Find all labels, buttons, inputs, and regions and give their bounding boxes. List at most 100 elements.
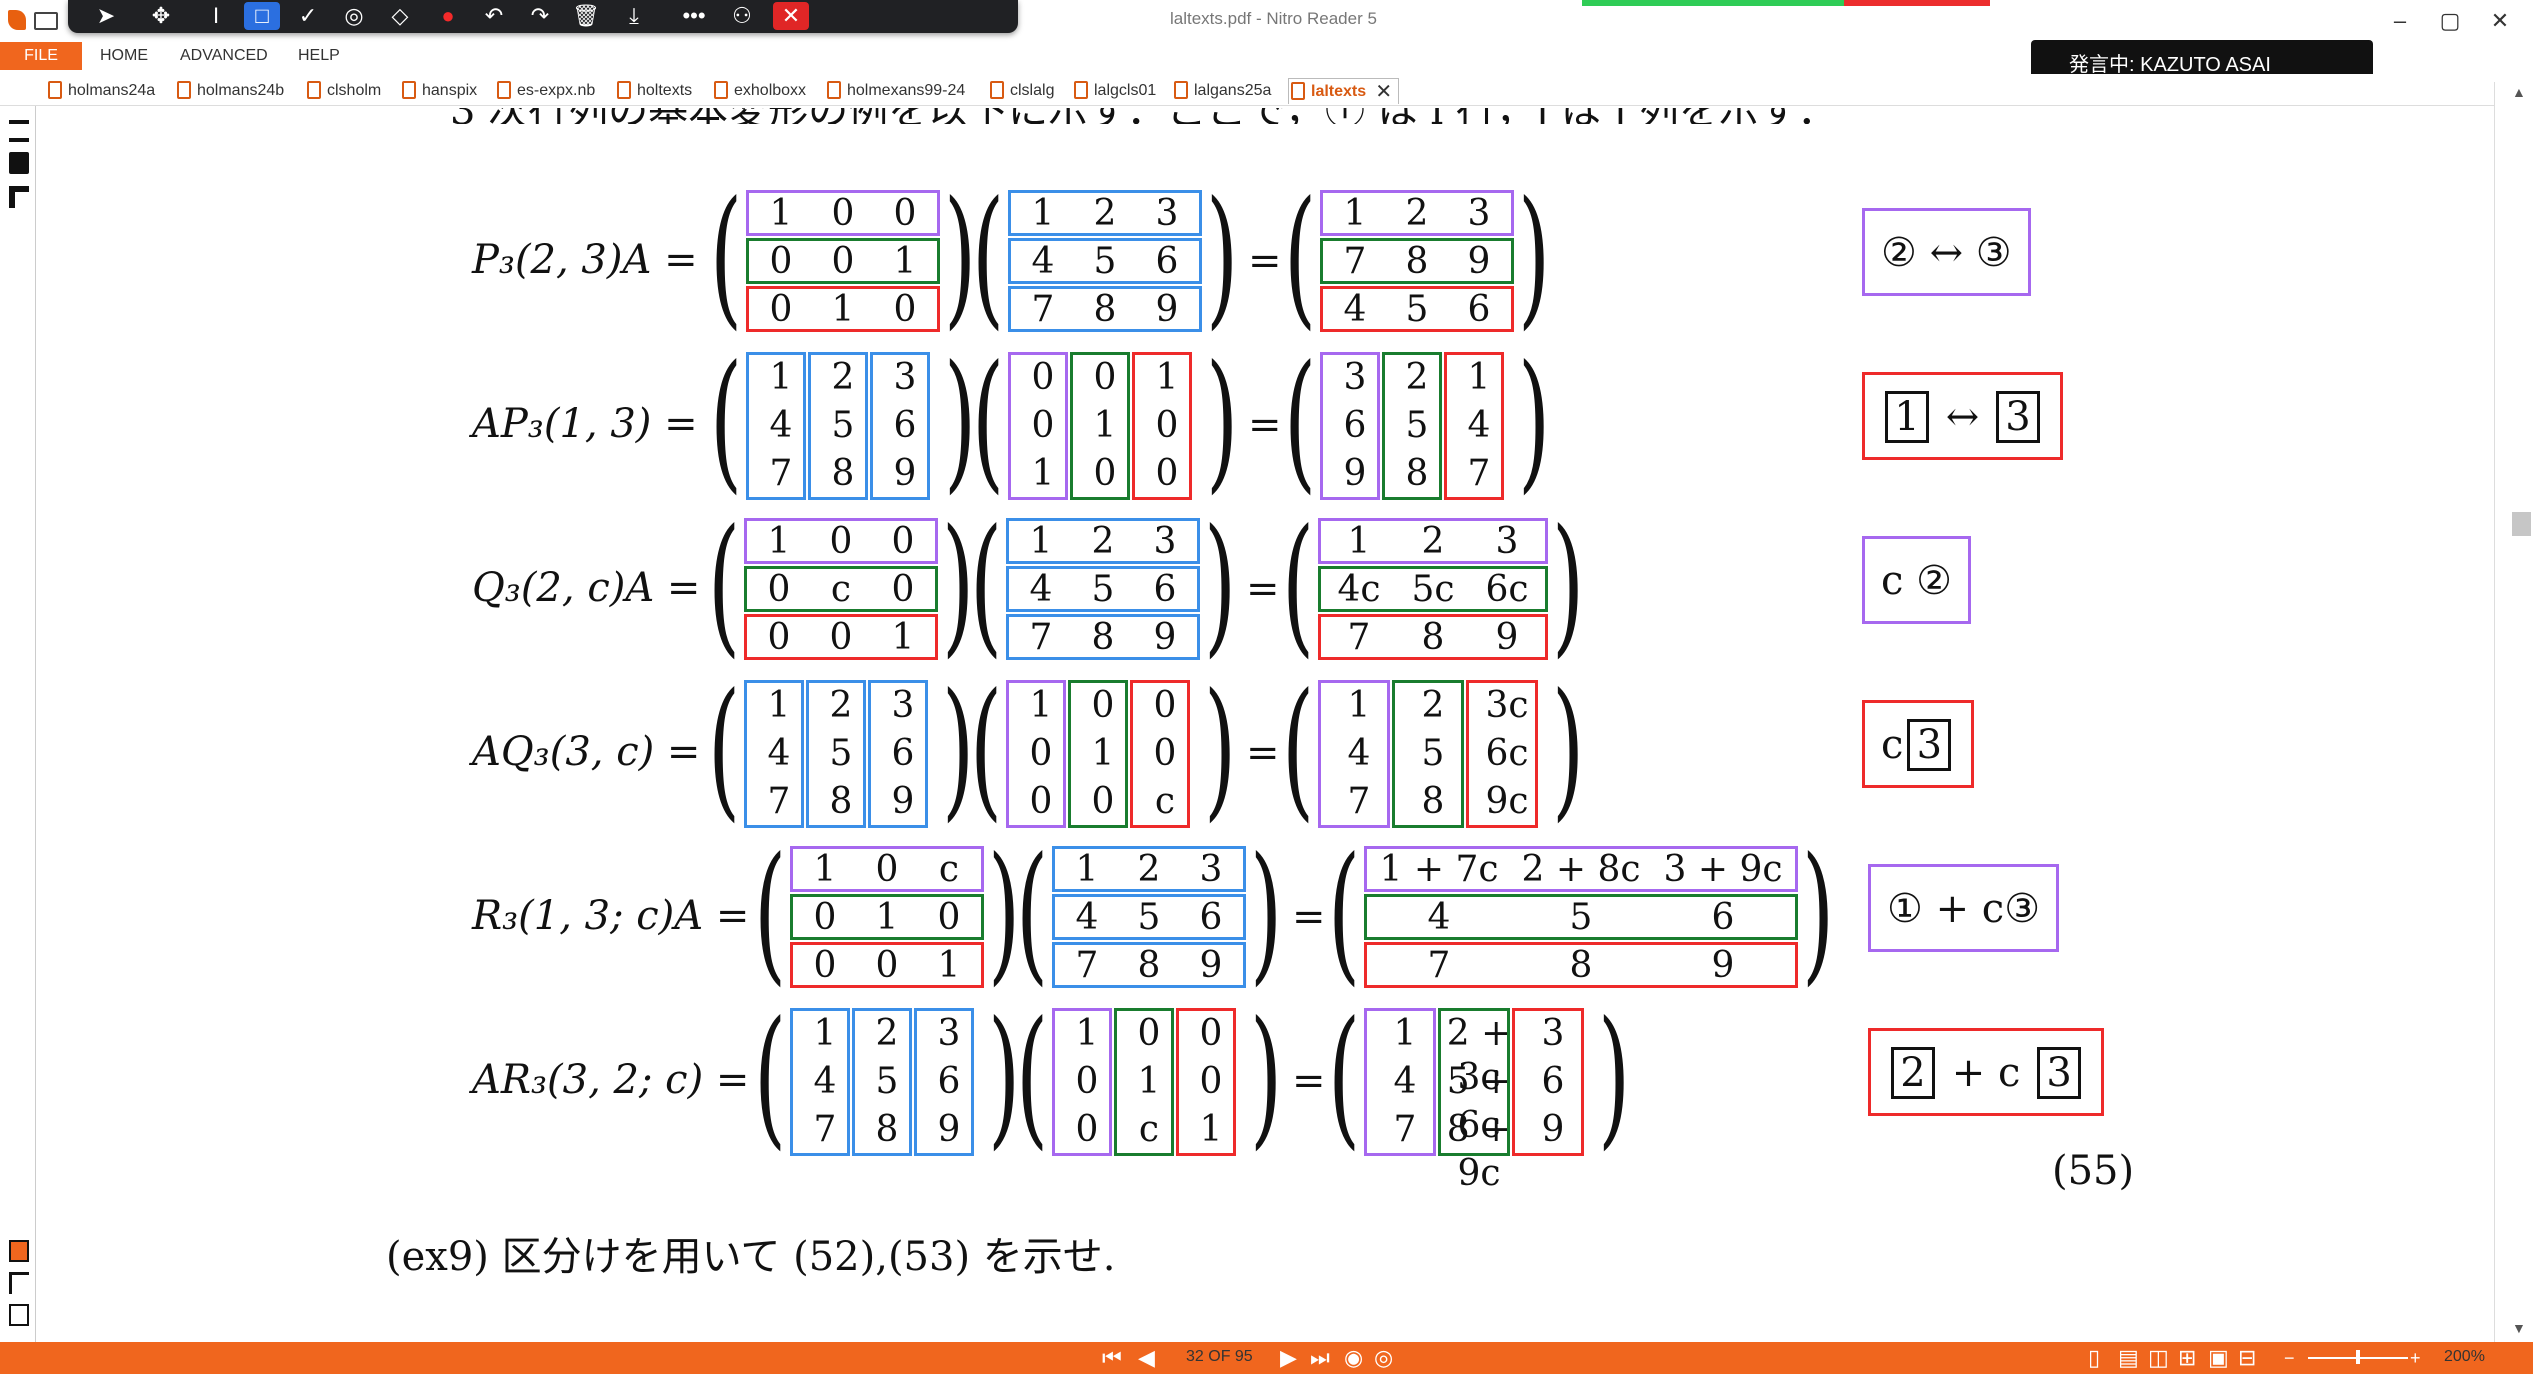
- forward-view-icon[interactable]: ◎: [1374, 1344, 1393, 1372]
- red-color-icon[interactable]: ●: [430, 2, 466, 30]
- page-count[interactable]: 32 OF 95: [1186, 1348, 1253, 1366]
- continuous-icon[interactable]: ▤: [2118, 1344, 2139, 1372]
- pdf-file-icon: [177, 81, 191, 99]
- tab-holmans24b[interactable]: holmans24b: [175, 78, 284, 104]
- tab-holtexts[interactable]: holtexts: [615, 78, 692, 104]
- back-view-icon[interactable]: ◉: [1344, 1344, 1363, 1372]
- row-highlight-box: [746, 286, 940, 332]
- column-highlight-box: [1132, 352, 1192, 500]
- left-paren: (: [710, 170, 743, 344]
- eraser-icon[interactable]: ◇: [382, 2, 418, 30]
- tab-label: laltexts: [1311, 83, 1367, 100]
- operation-tag: 2 + c 3: [1868, 1028, 2105, 1116]
- comments-icon[interactable]: [9, 1240, 29, 1262]
- vertical-scrollbar[interactable]: [2494, 82, 2533, 1342]
- row-highlight-box: [1052, 894, 1246, 940]
- tab-hanspix[interactable]: hanspix: [400, 78, 477, 104]
- checkmark-icon[interactable]: ✓: [290, 2, 326, 30]
- row-highlight-box: [1006, 518, 1200, 564]
- tab-label: hanspix: [422, 82, 478, 99]
- tab-exholboxx[interactable]: exholboxx: [712, 78, 806, 104]
- tab-laltexts[interactable]: laltexts ✕: [1288, 78, 1400, 105]
- scrollbar-thumb[interactable]: [2512, 512, 2531, 536]
- fit-page-icon[interactable]: ▣: [2208, 1344, 2229, 1372]
- tab-holmexans99-24[interactable]: holmexans99-24: [825, 78, 965, 104]
- equals-sign: =: [1246, 566, 1280, 612]
- tab-clslalg[interactable]: clslalg: [988, 78, 1054, 104]
- top-text: 3 次行列の基本変形の例を以下に示す．ここで，ⓘ は i 行，j は j 列を示…: [450, 108, 2050, 124]
- right-paren: ): [1802, 826, 1835, 1000]
- bookmarks-icon[interactable]: [9, 120, 29, 142]
- column-highlight-box: [744, 680, 804, 828]
- move-icon[interactable]: ✥: [143, 2, 179, 30]
- close-window-icon[interactable]: ✕: [2480, 6, 2520, 36]
- scroll-up-icon[interactable]: ▲: [2512, 84, 2526, 100]
- close-toolbar-icon[interactable]: ✕: [773, 2, 809, 30]
- zoom-in-icon[interactable]: +: [2410, 1344, 2421, 1372]
- prev-page-icon[interactable]: ◀: [1138, 1344, 1155, 1372]
- tab-holmans24a[interactable]: holmans24a: [46, 78, 155, 104]
- layers-icon[interactable]: [9, 186, 29, 208]
- rectangle-icon[interactable]: □: [244, 2, 280, 30]
- column-highlight-box: [1364, 1008, 1436, 1156]
- equals-sign: =: [1292, 1058, 1326, 1104]
- download-icon[interactable]: ⤓: [616, 2, 652, 30]
- select-arrow-icon[interactable]: ➤: [88, 2, 124, 30]
- pdf-file-icon: [1074, 81, 1088, 99]
- row-highlight-box: [1052, 846, 1246, 892]
- folder-icon[interactable]: [34, 12, 58, 30]
- trash-icon[interactable]: 🗑: [568, 2, 604, 30]
- redo-icon[interactable]: ↷: [522, 2, 558, 30]
- tab-label: lalgcls01: [1094, 82, 1157, 99]
- row-highlight-box: [790, 942, 984, 988]
- column-number-box: 3: [1995, 391, 2040, 443]
- column-highlight-box: [1006, 680, 1066, 828]
- pdf-file-icon: [402, 81, 416, 99]
- tab-label: lalgans25a: [1194, 82, 1272, 99]
- single-page-icon[interactable]: ▯: [2088, 1344, 2100, 1372]
- undo-icon[interactable]: ↶: [476, 2, 512, 30]
- tab-lalgans25a[interactable]: lalgans25a: [1172, 78, 1271, 104]
- equals-sign: =: [1248, 238, 1282, 284]
- spray-icon[interactable]: ◎: [336, 2, 372, 30]
- minimize-icon[interactable]: –: [2380, 6, 2420, 36]
- tab-label: holmans24a: [68, 82, 156, 99]
- row-highlight-box: [1008, 238, 1202, 284]
- facing-icon[interactable]: ◫: [2148, 1344, 2169, 1372]
- column-highlight-box: [790, 1008, 850, 1156]
- maximize-icon[interactable]: ▢: [2430, 6, 2470, 36]
- attachments-icon[interactable]: [9, 1304, 29, 1326]
- tab-es-expx[interactable]: es-expx.nb: [495, 78, 595, 104]
- fields-icon[interactable]: [9, 1272, 29, 1294]
- facing-continuous-icon[interactable]: ⊞: [2178, 1344, 2196, 1372]
- zoom-level[interactable]: 200%: [2444, 1348, 2485, 1366]
- equals-sign: =: [1292, 894, 1326, 940]
- menu-home[interactable]: HOME: [100, 47, 148, 65]
- tab-lalgcls01[interactable]: lalgcls01: [1072, 78, 1156, 104]
- pages-icon[interactable]: [9, 152, 29, 174]
- text-cursor-icon[interactable]: I: [198, 2, 234, 30]
- first-page-icon[interactable]: ⏮: [1102, 1344, 1122, 1372]
- column-highlight-box: [1070, 352, 1130, 500]
- last-page-icon[interactable]: ⏭: [1310, 1344, 1330, 1372]
- menu-file[interactable]: FILE: [0, 42, 82, 70]
- left-paren: (: [754, 990, 787, 1164]
- column-highlight-box: [1444, 352, 1504, 500]
- pdf-file-icon: [497, 81, 511, 99]
- column-highlight-box: [1176, 1008, 1236, 1156]
- tab-close-icon[interactable]: ✕: [1375, 79, 1392, 105]
- left-paren: (: [1282, 662, 1315, 836]
- user-settings-icon[interactable]: ⚇: [724, 2, 760, 30]
- menu-advanced[interactable]: ADVANCED: [180, 47, 268, 65]
- row-highlight-box: [1320, 190, 1514, 236]
- pdf-file-icon: [617, 81, 631, 99]
- row-highlight-box: [744, 566, 938, 612]
- menu-help[interactable]: HELP: [298, 47, 340, 65]
- zoom-slider-thumb[interactable]: [2356, 1350, 2360, 1364]
- fit-width-icon[interactable]: ⊟: [2238, 1344, 2256, 1372]
- next-page-icon[interactable]: ▶: [1280, 1344, 1297, 1372]
- tab-clsholm[interactable]: clsholm: [305, 78, 381, 104]
- more-icon[interactable]: •••: [676, 2, 712, 30]
- scroll-down-icon[interactable]: ▼: [2512, 1320, 2526, 1336]
- zoom-out-icon[interactable]: −: [2284, 1344, 2295, 1372]
